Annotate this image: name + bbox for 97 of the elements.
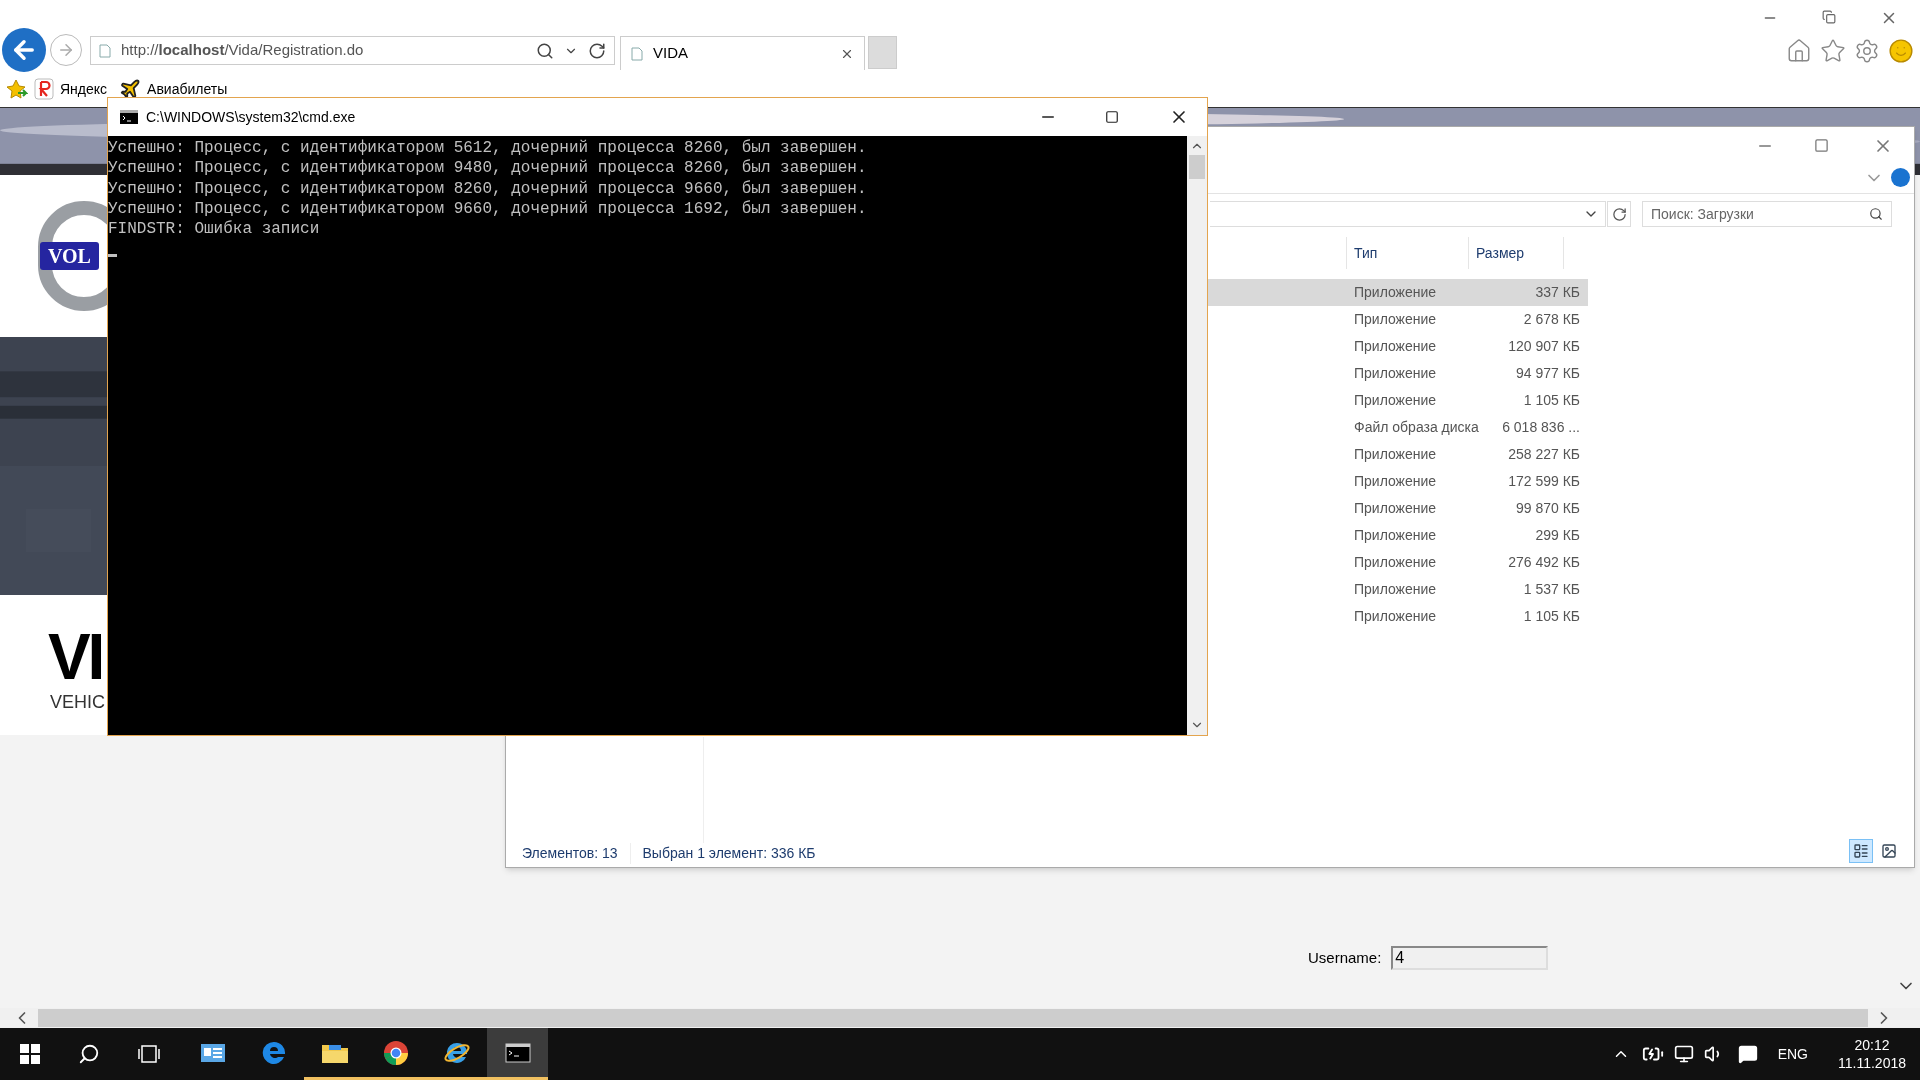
size-cell-text: 120 907 КБ [1507,337,1580,356]
task-view-icon[interactable] [138,1044,160,1064]
address-field[interactable] [1210,201,1606,227]
file-row[interactable]: Приложение 1 105 КБ [1206,387,1588,414]
type-cell-text: Приложение [1353,283,1438,302]
file-row[interactable]: Приложение 299 КБ [1206,522,1588,549]
status-text: Выбран 1 элемент: 336 КБ [641,844,816,863]
bookmark-link[interactable]: Авиабилеты [147,78,228,100]
type-cell-text: Приложение [1353,364,1438,383]
console-line: Успешно: Процесс, с идентификатором 9480, дочерний процесса 8260, был завершен. [108,158,868,179]
type-cell-text: Приложение [1353,580,1438,599]
size-cell-text: 1 105 КБ [1522,607,1580,626]
file-row[interactable]: Приложение 258 227 КБ [1206,441,1588,468]
size-cell-text: 299 КБ [1534,526,1580,545]
type-cell-text: Приложение [1353,553,1438,572]
refresh-button[interactable] [1607,201,1631,227]
clock[interactable]: 20:12 11.11.2018 [1838,1036,1906,1072]
username-field[interactable]: 4 [1391,946,1549,970]
favorites-icon[interactable] [1820,38,1846,64]
vida-subtitle: VEHIC [50,691,106,714]
forward-arrow-icon [57,41,75,59]
settings-icon[interactable] [1854,38,1880,64]
search-icon[interactable] [536,41,554,60]
search-icon [1869,207,1883,221]
search-field[interactable]: Поиск: Загрузки [1642,201,1892,227]
file-row[interactable]: Приложение 94 977 КБ [1206,360,1588,387]
size-cell-text: 172 599 КБ [1507,472,1580,491]
restore-icon[interactable] [1822,10,1836,24]
url-text: http://localhost/Vida/Registration.do [121,40,365,61]
search-icon[interactable] [78,1043,100,1065]
maximize-icon[interactable] [1105,110,1119,124]
type-cell-text: Приложение [1353,472,1438,491]
console-line: Успешно: Процесс, с идентификатором 8260, дочерний процесса 9660, был завершен. [108,178,868,199]
image-icon [1881,843,1897,859]
language-indicator[interactable]: ENG [1777,1043,1808,1065]
status-text: Элементов: 13 [522,843,631,864]
start-icon[interactable] [20,1044,40,1064]
smiley-icon[interactable] [1888,38,1914,64]
vertical-scrollbar[interactable] [1187,136,1207,735]
file-row[interactable]: Приложение 337 КБ [1206,279,1588,306]
back-button[interactable] [2,28,46,72]
type-cell-text: Файл образа диска [1353,418,1480,437]
size-cell-text: 2 678 КБ [1522,310,1580,329]
page-icon [99,43,111,58]
network-icon[interactable] [1673,1044,1694,1064]
page-icon [631,46,643,61]
address-bar[interactable]: http://localhost/Vida/Registration.do [90,36,615,65]
type-cell-text: Приложение [1353,607,1438,626]
size-cell-text: 1 537 КБ [1522,580,1580,599]
bookmark-link[interactable]: Яндекс [60,78,108,100]
window-title: C:\WINDOWS\system32\cmd.exe [146,107,357,127]
username-label: Username: [1308,947,1382,968]
size-cell-text: 6 018 836 ... [1501,418,1580,437]
plane-icon [119,78,142,100]
logo-text: VOL [40,242,99,270]
console-line: FINDSTR: Ошибка записи [108,219,321,240]
file-row[interactable]: Приложение 2 678 КБ [1206,306,1588,333]
type-cell-text: Приложение [1353,445,1438,464]
notification-icon[interactable] [1737,1044,1758,1064]
text-cursor [108,254,117,258]
size-cell-text: 99 870 КБ [1514,499,1580,518]
taskbar-app[interactable] [487,1028,548,1080]
size-cell-text: 337 КБ [1534,283,1580,302]
type-cell-text: Приложение [1353,391,1438,410]
contact-card-icon [199,1041,226,1064]
scrollbar-thumb[interactable] [1189,155,1205,179]
file-row[interactable]: Приложение 120 907 КБ [1206,333,1588,360]
chrome-icon [382,1039,409,1066]
browser-e-icon [260,1039,287,1066]
file-row[interactable]: Приложение 1 105 КБ [1206,603,1588,630]
home-icon[interactable] [1786,38,1812,64]
size-cell-text: 258 227 КБ [1507,445,1580,464]
type-cell-text: Приложение [1353,499,1438,518]
type-cell-text: Приложение [1353,337,1438,356]
column-header[interactable]: Тип [1346,237,1468,269]
console-line: Успешно: Процесс, с идентификатором 9660, дочерний процесса 1692, был завершен. [108,198,868,220]
file-row[interactable]: Приложение 276 492 КБ [1206,549,1588,576]
size-cell-text: 94 977 КБ [1514,364,1580,383]
file-row[interactable]: Файл образа диска 6 018 836 ... [1206,414,1588,441]
console-icon [120,110,138,124]
view-button[interactable] [1849,839,1873,863]
column-header[interactable]: Размер [1468,237,1564,269]
details-list-icon [1853,843,1869,859]
file-row[interactable]: Приложение 99 870 КБ [1206,495,1588,522]
refresh-icon [1611,206,1627,222]
browser-tab[interactable]: VIDA [620,36,865,70]
type-cell-text: Приложение [1353,310,1438,329]
size-cell-text: 276 492 КБ [1507,553,1580,572]
size-cell-text: 1 105 КБ [1522,391,1580,410]
refresh-icon[interactable] [588,41,606,60]
console-icon [504,1042,531,1063]
file-row[interactable]: Приложение 172 599 КБ [1206,468,1588,495]
star-icon [6,79,28,99]
file-row[interactable]: Приложение 1 537 КБ [1206,576,1588,603]
console-line: Успешно: Процесс, с идентификатором 5612, дочерний процесса 8260, был завершен. [108,138,868,159]
type-cell-text: Приложение [1353,526,1438,545]
vida-title: VI [48,625,104,689]
